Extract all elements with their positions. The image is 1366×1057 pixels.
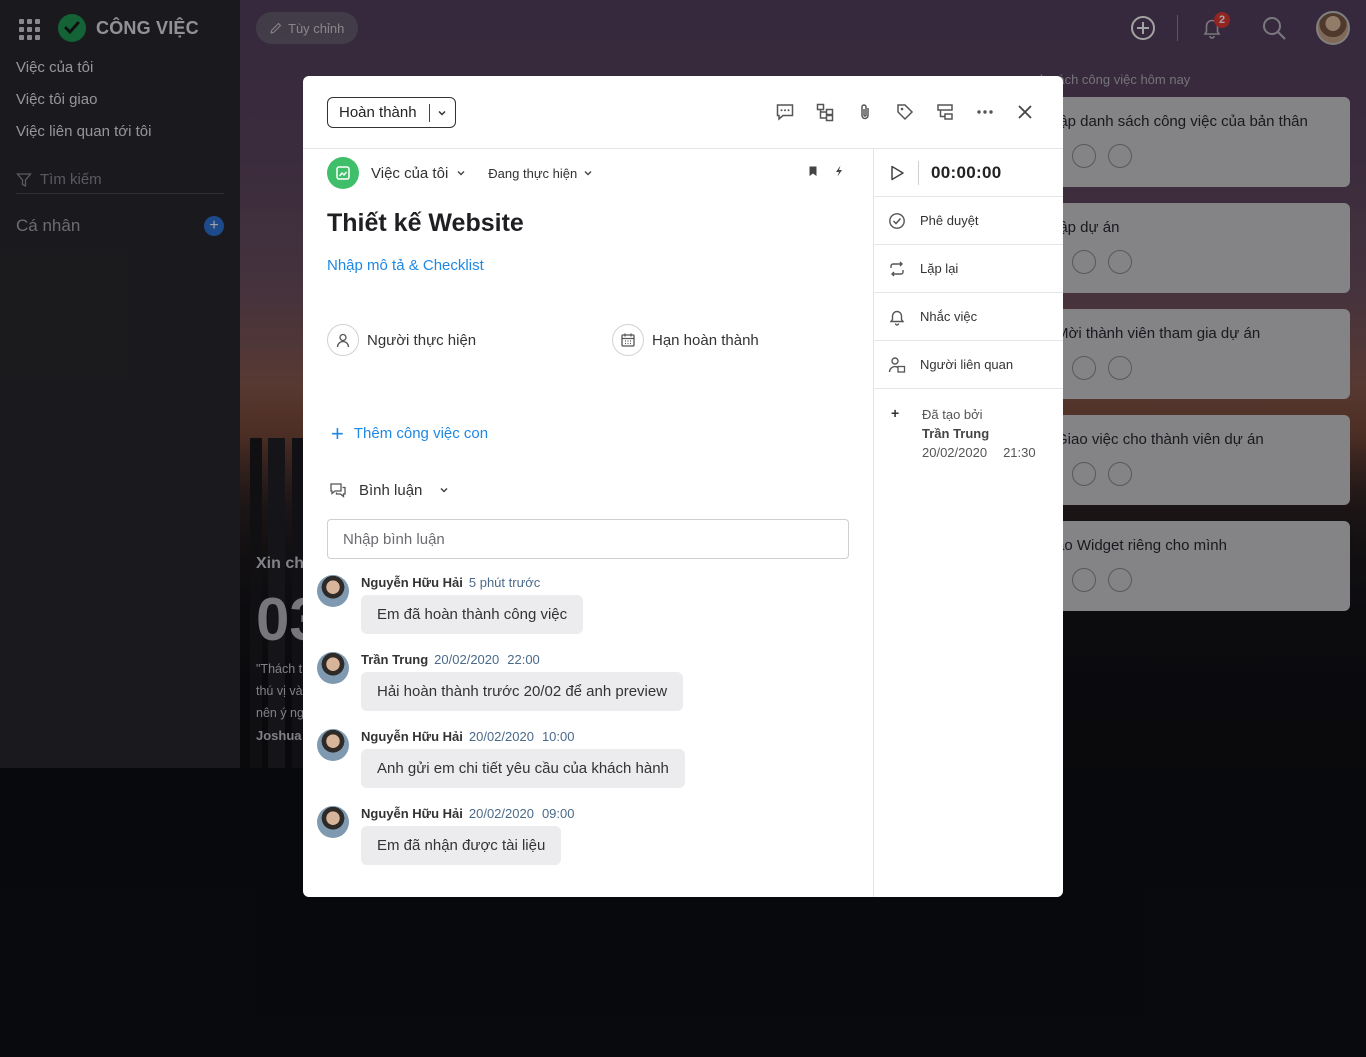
comment-date: 20/02/2020 (468, 806, 534, 821)
modal-header: Hoàn thành (303, 76, 1063, 149)
related-people-label: Người liên quan (920, 357, 1014, 372)
timer-row: 00:00:00 (874, 149, 1063, 197)
add-subtask-button[interactable]: + Thêm công việc con (331, 420, 489, 446)
task-state[interactable]: Đang thực hiện (488, 166, 577, 181)
comment-hour: 10:00 (541, 729, 575, 744)
created-time: 21:30 (1003, 445, 1036, 460)
plus-icon: + (331, 420, 344, 446)
status-divider (429, 104, 430, 122)
comment-section-label: Bình luận (359, 481, 423, 499)
timer-divider (918, 160, 919, 185)
chevron-down-icon[interactable] (456, 168, 466, 178)
add-subtask-label: Thêm công việc con (353, 425, 489, 442)
comment-author-name: Nguyễn Hữu Hải (361, 575, 463, 590)
comment-date: 20/02/2020 (434, 652, 500, 667)
chevron-down-icon[interactable] (436, 106, 448, 123)
comment-time: 5 phút trước (469, 575, 548, 590)
move-task-icon[interactable] (925, 99, 965, 125)
task-detail-modal: Hoàn thành Việc của tôi Đang thực hiện T… (303, 76, 1063, 897)
chat-icon (330, 483, 346, 498)
tag-icon[interactable] (885, 99, 925, 125)
people-icon (888, 356, 906, 373)
comment-time: 20/02/2020 09:00 (469, 806, 575, 821)
approve-item[interactable]: Phê duyệt (874, 197, 1063, 245)
more-options-icon[interactable] (965, 99, 1005, 125)
reminder-item[interactable]: Nhắc việc (874, 293, 1063, 341)
comment-author: Nguyễn Hữu Hải 20/02/2020 09:00 (361, 806, 575, 821)
deadline-label: Hạn hoàn thành (652, 331, 759, 349)
repeat-item[interactable]: Lặp lại (874, 245, 1063, 293)
calendar-icon (612, 324, 644, 356)
assignee-field[interactable]: Người thực hiện (327, 324, 476, 356)
avatar[interactable] (317, 575, 349, 607)
repeat-label: Lặp lại (920, 261, 959, 276)
created-label: Đã tạo bởi (922, 407, 983, 422)
subtask-tree-icon[interactable] (805, 99, 845, 125)
created-date: 20/02/2020 (922, 445, 988, 460)
created-datetime: 20/02/2020 21:30 (922, 443, 1036, 462)
comment-text: Em đã hoàn thành công việc (361, 595, 584, 634)
project-row: Việc của tôi Đang thực hiện (327, 157, 849, 189)
play-icon[interactable] (888, 164, 906, 182)
created-by-info: + Đã tạo bởi Trần Trung 20/02/2020 21:30 (874, 389, 1063, 462)
comment-author: Nguyễn Hữu Hải 20/02/2020 10:00 (361, 729, 575, 744)
task-side-panel: 00:00:00 Phê duyệt Lặp lại Nhắc việc Ngư… (873, 149, 1063, 897)
comment-author-name: Nguyễn Hữu Hải (361, 806, 463, 821)
comment-input[interactable] (327, 519, 849, 559)
attachment-icon[interactable] (845, 99, 885, 125)
comment-date: 20/02/2020 (468, 729, 534, 744)
comment-time: 20/02/2020 10:00 (469, 729, 575, 744)
comment-author-name: Nguyễn Hữu Hải (361, 729, 463, 744)
comment-text: Anh gửi em chi tiết yêu cầu của khách hà… (361, 749, 685, 788)
comment-hour: 22:00 (507, 652, 540, 667)
project-icon (327, 157, 359, 189)
person-icon (327, 324, 359, 356)
close-icon[interactable] (1005, 99, 1045, 125)
comment-text: Em đã nhận được tài liệu (361, 826, 562, 865)
comment-author-name: Trần Trung (361, 652, 429, 667)
approve-label: Phê duyệt (920, 213, 979, 228)
status-dropdown[interactable]: Hoàn thành (327, 97, 456, 128)
description-link[interactable]: Nhập mô tả & Checklist (327, 257, 484, 274)
avatar[interactable] (317, 729, 349, 761)
comment-icon[interactable] (765, 99, 805, 125)
flash-icon[interactable] (833, 164, 845, 182)
chevron-down-icon[interactable] (583, 168, 593, 178)
project-row-actions (807, 164, 845, 182)
comment-date: 5 phút trước (468, 575, 541, 590)
reminder-label: Nhắc việc (920, 309, 978, 324)
timer-value: 00:00:00 (931, 162, 1002, 182)
bookmark-icon[interactable] (807, 164, 819, 182)
comment-hour: 09:00 (541, 806, 575, 821)
comment-time: 20/02/2020 22:00 (434, 652, 540, 667)
assignee-label: Người thực hiện (367, 331, 477, 349)
project-name[interactable]: Việc của tôi (371, 165, 448, 182)
bell-icon (889, 310, 905, 326)
repeat-icon (890, 261, 904, 276)
related-people-item[interactable]: Người liên quan (874, 341, 1063, 389)
chevron-down-icon[interactable] (438, 484, 450, 496)
deadline-field[interactable]: Hạn hoàn thành (612, 324, 759, 356)
plus-icon: + (891, 405, 900, 421)
avatar[interactable] (317, 806, 349, 838)
comment-author: Nguyễn Hữu Hải 5 phút trước (361, 575, 548, 590)
creator-name: Trần Trung (922, 426, 990, 441)
avatar[interactable] (317, 652, 349, 684)
task-title[interactable]: Thiết kế Website (327, 209, 524, 238)
comment-author: Trần Trung 20/02/2020 22:00 (361, 652, 540, 667)
status-label: Hoàn thành (339, 104, 417, 121)
comment-section-toggle[interactable]: Bình luận (329, 481, 450, 499)
check-circle-icon (889, 212, 905, 229)
header-toolbar (765, 99, 1045, 125)
comment-text: Hải hoàn thành trước 20/02 để anh previe… (361, 672, 684, 711)
